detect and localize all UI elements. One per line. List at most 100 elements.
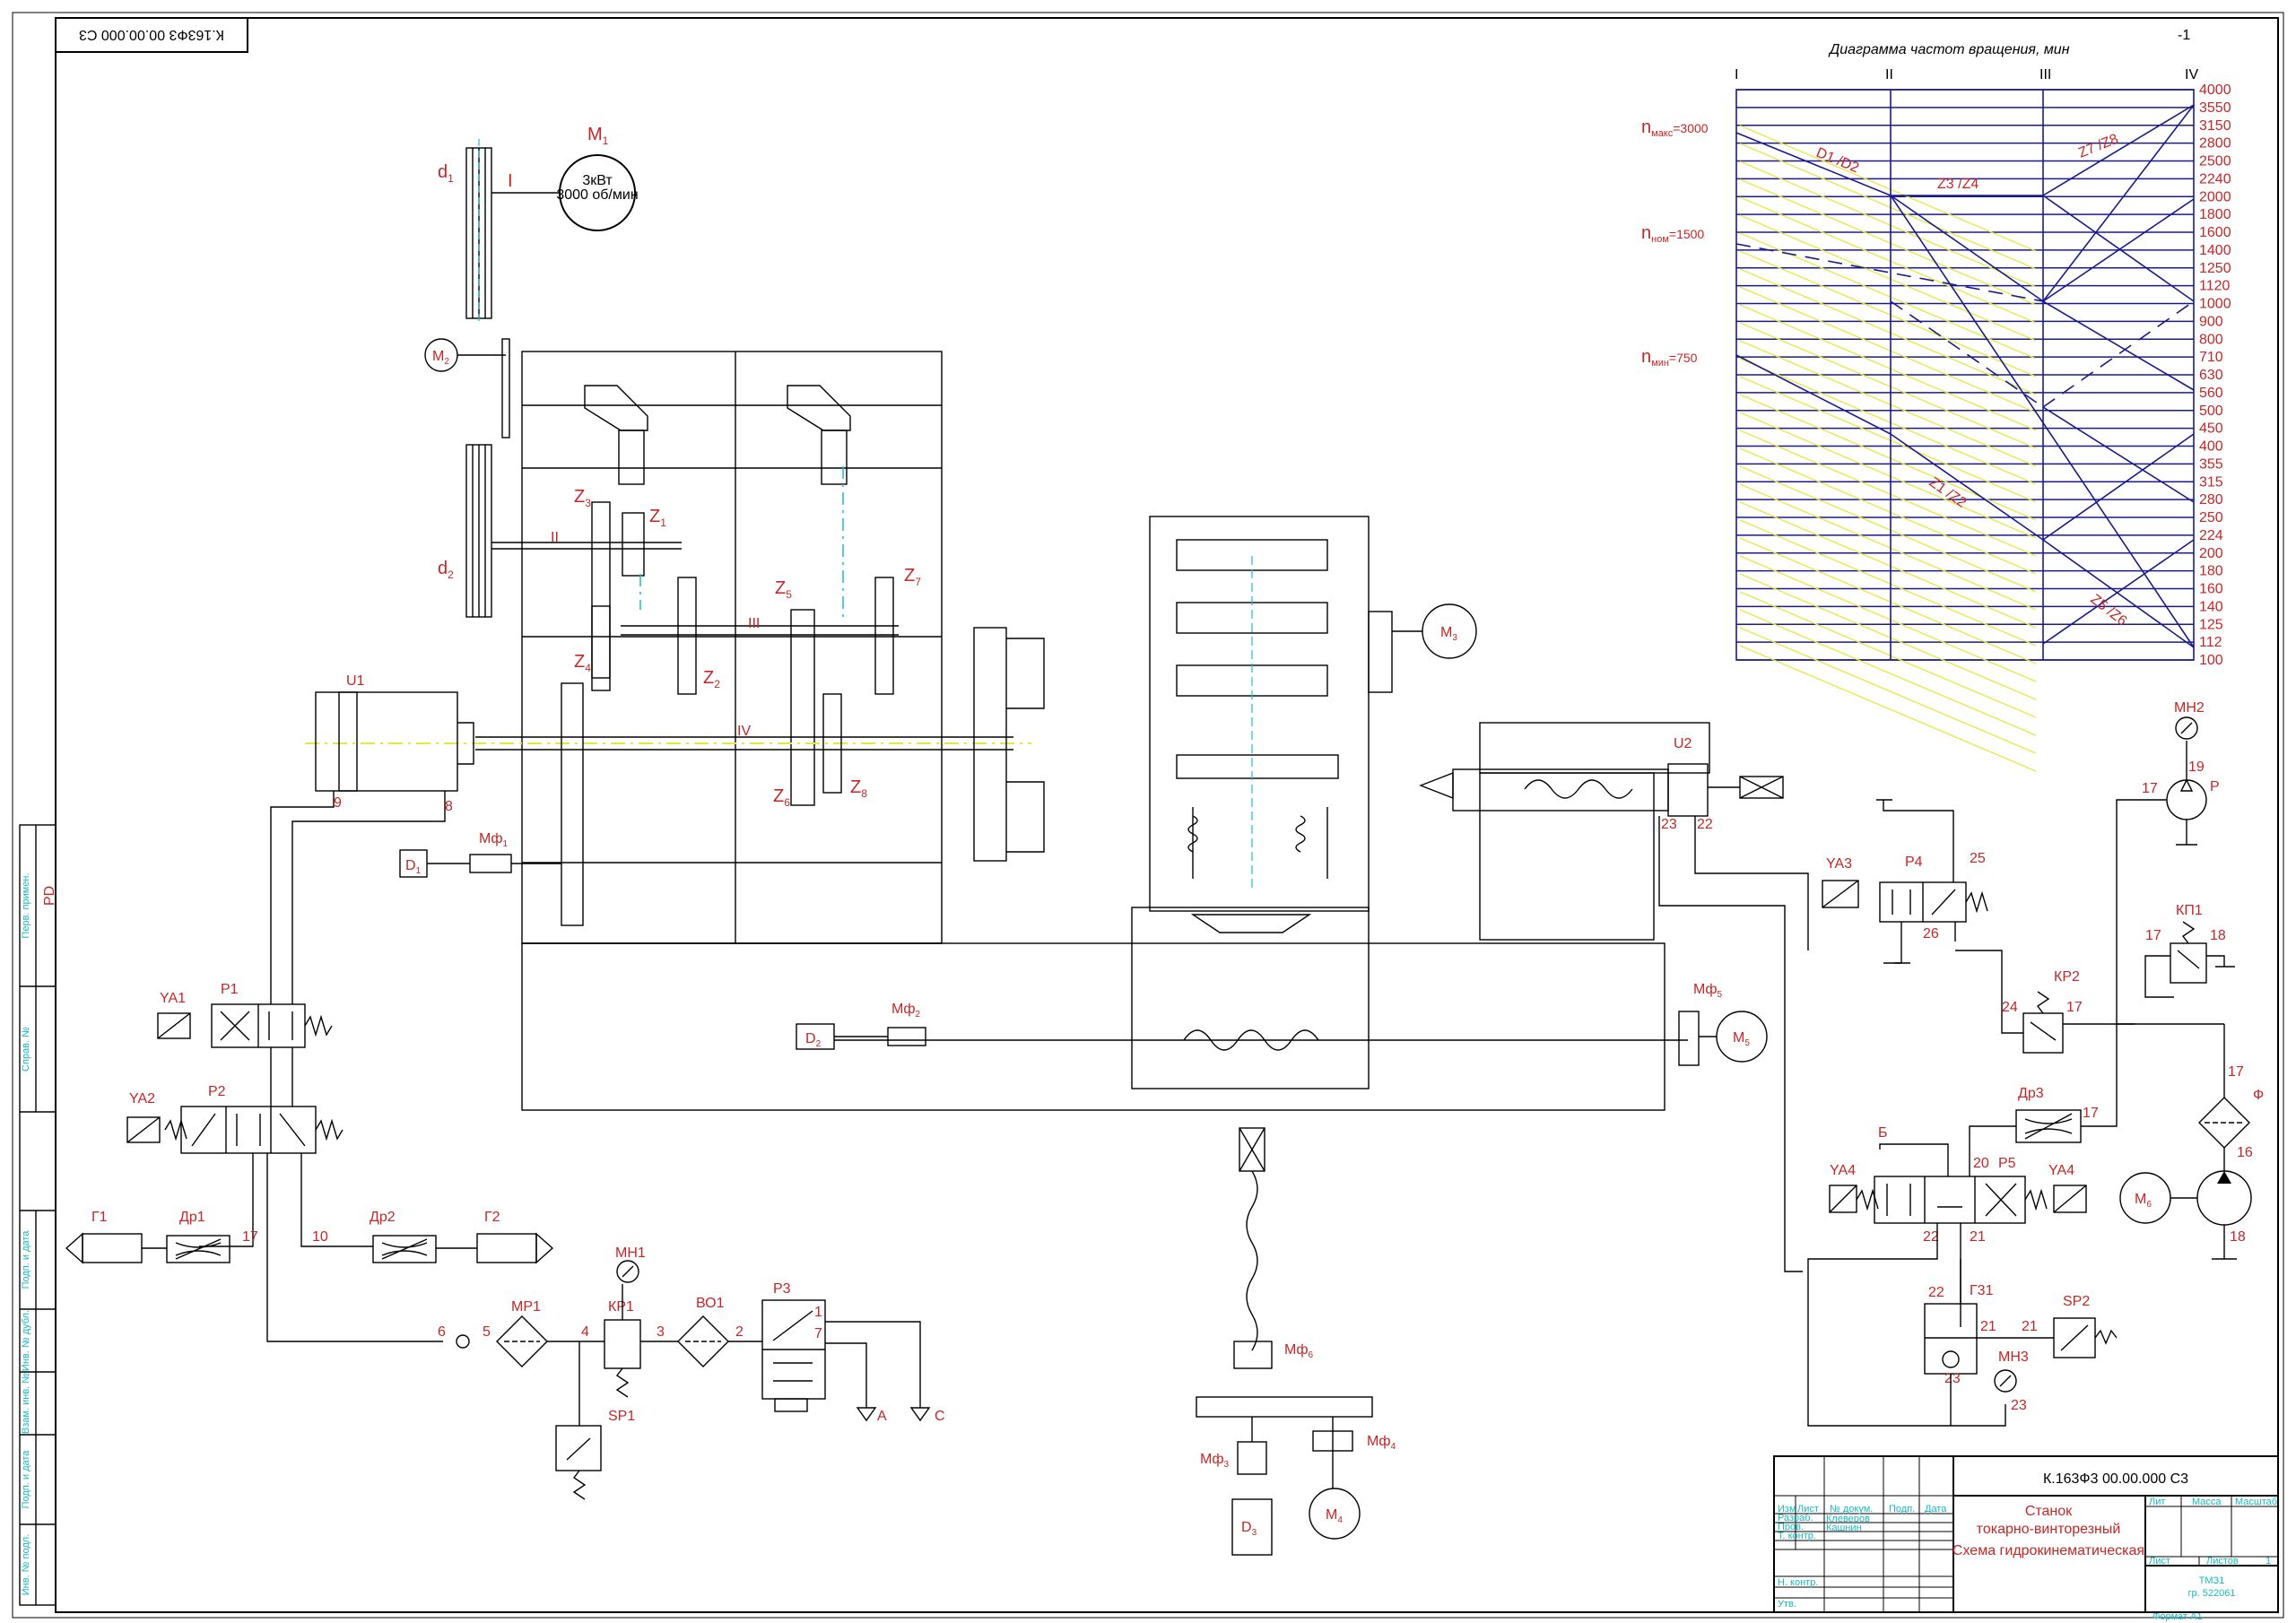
leadscrew-chain: Мф6 Мф3 D3 Мф4 M4 (1196, 1127, 1396, 1556)
label-m3: M3 (1440, 625, 1457, 643)
hatch-line (1739, 250, 2037, 378)
speed-label: 2000 (2199, 189, 2231, 204)
hatch-line (1739, 645, 2037, 772)
hatch-line (1739, 537, 2037, 664)
tb-sheet: Лист (2149, 1556, 2170, 1567)
port-22-p5: 22 (1923, 1229, 1939, 1245)
label-ya3: YA3 (1826, 856, 1852, 872)
hatch-line (1739, 573, 2037, 700)
label-mf1: Мф1 (479, 831, 509, 849)
hatch-line (1739, 304, 2037, 431)
hatch-line (1739, 412, 2037, 539)
port-19: 19 (2188, 759, 2205, 775)
label-filter: Ф (2253, 1088, 2264, 1103)
title-block: К.163Ф3 00.00.000 С3 Станок токарно-винт… (1773, 1455, 2279, 1622)
port-b: Б (1878, 1125, 1888, 1141)
clutch-mf1: D1 Мф1 (399, 831, 561, 878)
hatch-line (1739, 465, 2037, 593)
label-mn1: МН1 (615, 1245, 646, 1261)
port-a: А (877, 1409, 887, 1424)
port-18-kp1: 18 (2210, 928, 2226, 943)
speed-label: 2800 (2199, 136, 2231, 152)
label-u1: U1 (346, 673, 365, 689)
label-z8: Z8 (850, 777, 867, 800)
n-max-label: nмакс=3000 (1641, 117, 1709, 139)
hatch-line (1739, 286, 2037, 413)
tb-doc-type: Схема гидрокинематическая (1952, 1543, 2144, 1558)
speed-label: 2500 (2199, 154, 2231, 169)
speed-label: 630 (2199, 368, 2223, 383)
label-p1: P1 (221, 982, 239, 997)
top-stamp-text: К.163Ф3 00.00.000 С3 (79, 27, 224, 42)
label-sp1: SP1 (608, 1409, 635, 1424)
tb-mass: Масса (2192, 1497, 2222, 1507)
tb-scale: Масштаб (2235, 1497, 2277, 1507)
label-shaft-I: I (508, 171, 513, 191)
label-mn3: МН3 (1998, 1350, 2029, 1365)
tb-group-id: гр. 522061 (2188, 1588, 2236, 1599)
shaft-label-II: II (1885, 67, 1893, 82)
speed-label: 224 (2199, 528, 2223, 543)
speed-label: 180 (2199, 564, 2223, 579)
label-mf6: Мф6 (1284, 1342, 1314, 1360)
label-d1: d1 (438, 162, 454, 185)
speed-label: 3550 (2199, 100, 2231, 116)
port-17-p: 17 (2142, 781, 2158, 796)
hatch-line (1739, 447, 2037, 575)
tb-sheets: Листов (2206, 1556, 2239, 1567)
strip-podp1: Подп. и дата (21, 1230, 31, 1289)
port-25: 25 (1970, 851, 1986, 866)
strip-sprav: Справ. № (21, 1027, 31, 1072)
hatch-line (1739, 609, 2037, 736)
label-dr3: Др3 (2018, 1086, 2044, 1101)
label-ya4-left: YA4 (1830, 1163, 1856, 1178)
speed-label: 1000 (2199, 297, 2231, 312)
hatch-line (1739, 501, 2037, 629)
port-3: 3 (657, 1324, 665, 1340)
motor-m1-line1: 3кВт (582, 173, 613, 188)
label-m5: M5 (1733, 1030, 1750, 1048)
label-ya2: YA2 (129, 1091, 155, 1107)
label-mp1: МР1 (511, 1299, 541, 1315)
label-z2: Z2 (703, 668, 720, 690)
label-shaft-III: III (748, 616, 760, 631)
speed-diagram: Диаграмма частот вращения, мин -1 I II I… (1641, 28, 2231, 772)
port-16: 16 (2237, 1145, 2253, 1160)
port-2: 2 (735, 1324, 744, 1340)
port-6: 6 (438, 1324, 446, 1340)
speed-label: 1800 (2199, 207, 2231, 222)
speed-label: 900 (2199, 314, 2223, 329)
motor-m1: 3кВт 3000 об/мин M1 (491, 125, 639, 231)
pulley-d1: d1 I (438, 139, 513, 323)
hatch-line (1739, 376, 2037, 503)
speed-label: 315 (2199, 474, 2223, 490)
hatch-line (1739, 268, 2037, 395)
label-p2: P2 (208, 1084, 226, 1099)
label-d2: d2 (438, 559, 454, 581)
port-c: С (935, 1409, 945, 1424)
port-17-dr1: 17 (242, 1229, 258, 1245)
hatch-line (1739, 358, 2037, 485)
speed-label: 1400 (2199, 243, 2231, 258)
tailstock-u2: U2 23 22 (1419, 722, 1784, 941)
hatch-line (1739, 394, 2037, 521)
pneumatic-circuit: YA1 P1 YA2 P2 17 10 Г1 Др1 Др2 Г2 6 5 МР… (65, 791, 945, 1500)
hatch-line (1739, 322, 2037, 449)
port-17-f: 17 (2228, 1064, 2244, 1080)
ratio-d1d2: D1 /D2 (1814, 145, 1862, 176)
label-vo1: ВО1 (696, 1296, 725, 1311)
port-21-g31a: 21 (1980, 1319, 1996, 1334)
speed-label: 200 (2199, 546, 2223, 561)
label-g2: Г2 (484, 1210, 500, 1225)
speed-label: 100 (2199, 653, 2223, 668)
kinematic-hydraulic-drawing: К.163Ф3 00.00.000 С3 Перв. примен. Справ… (12, 12, 2284, 1622)
label-g1: Г1 (91, 1210, 108, 1225)
speed-label: 355 (2199, 456, 2223, 472)
label-d1c: D1 (405, 858, 422, 876)
tb-row-date: Дата (1925, 1504, 1947, 1515)
ratio-z1z2: Z1 /Z2 (1926, 474, 1970, 511)
side-strip: Перв. примен. Справ. № Подп. и дата Инв.… (19, 824, 57, 1606)
label-m4: M4 (1326, 1507, 1343, 1525)
tb-checker: Кашнин (1826, 1523, 1862, 1533)
label-kr1: КР1 (608, 1299, 634, 1315)
